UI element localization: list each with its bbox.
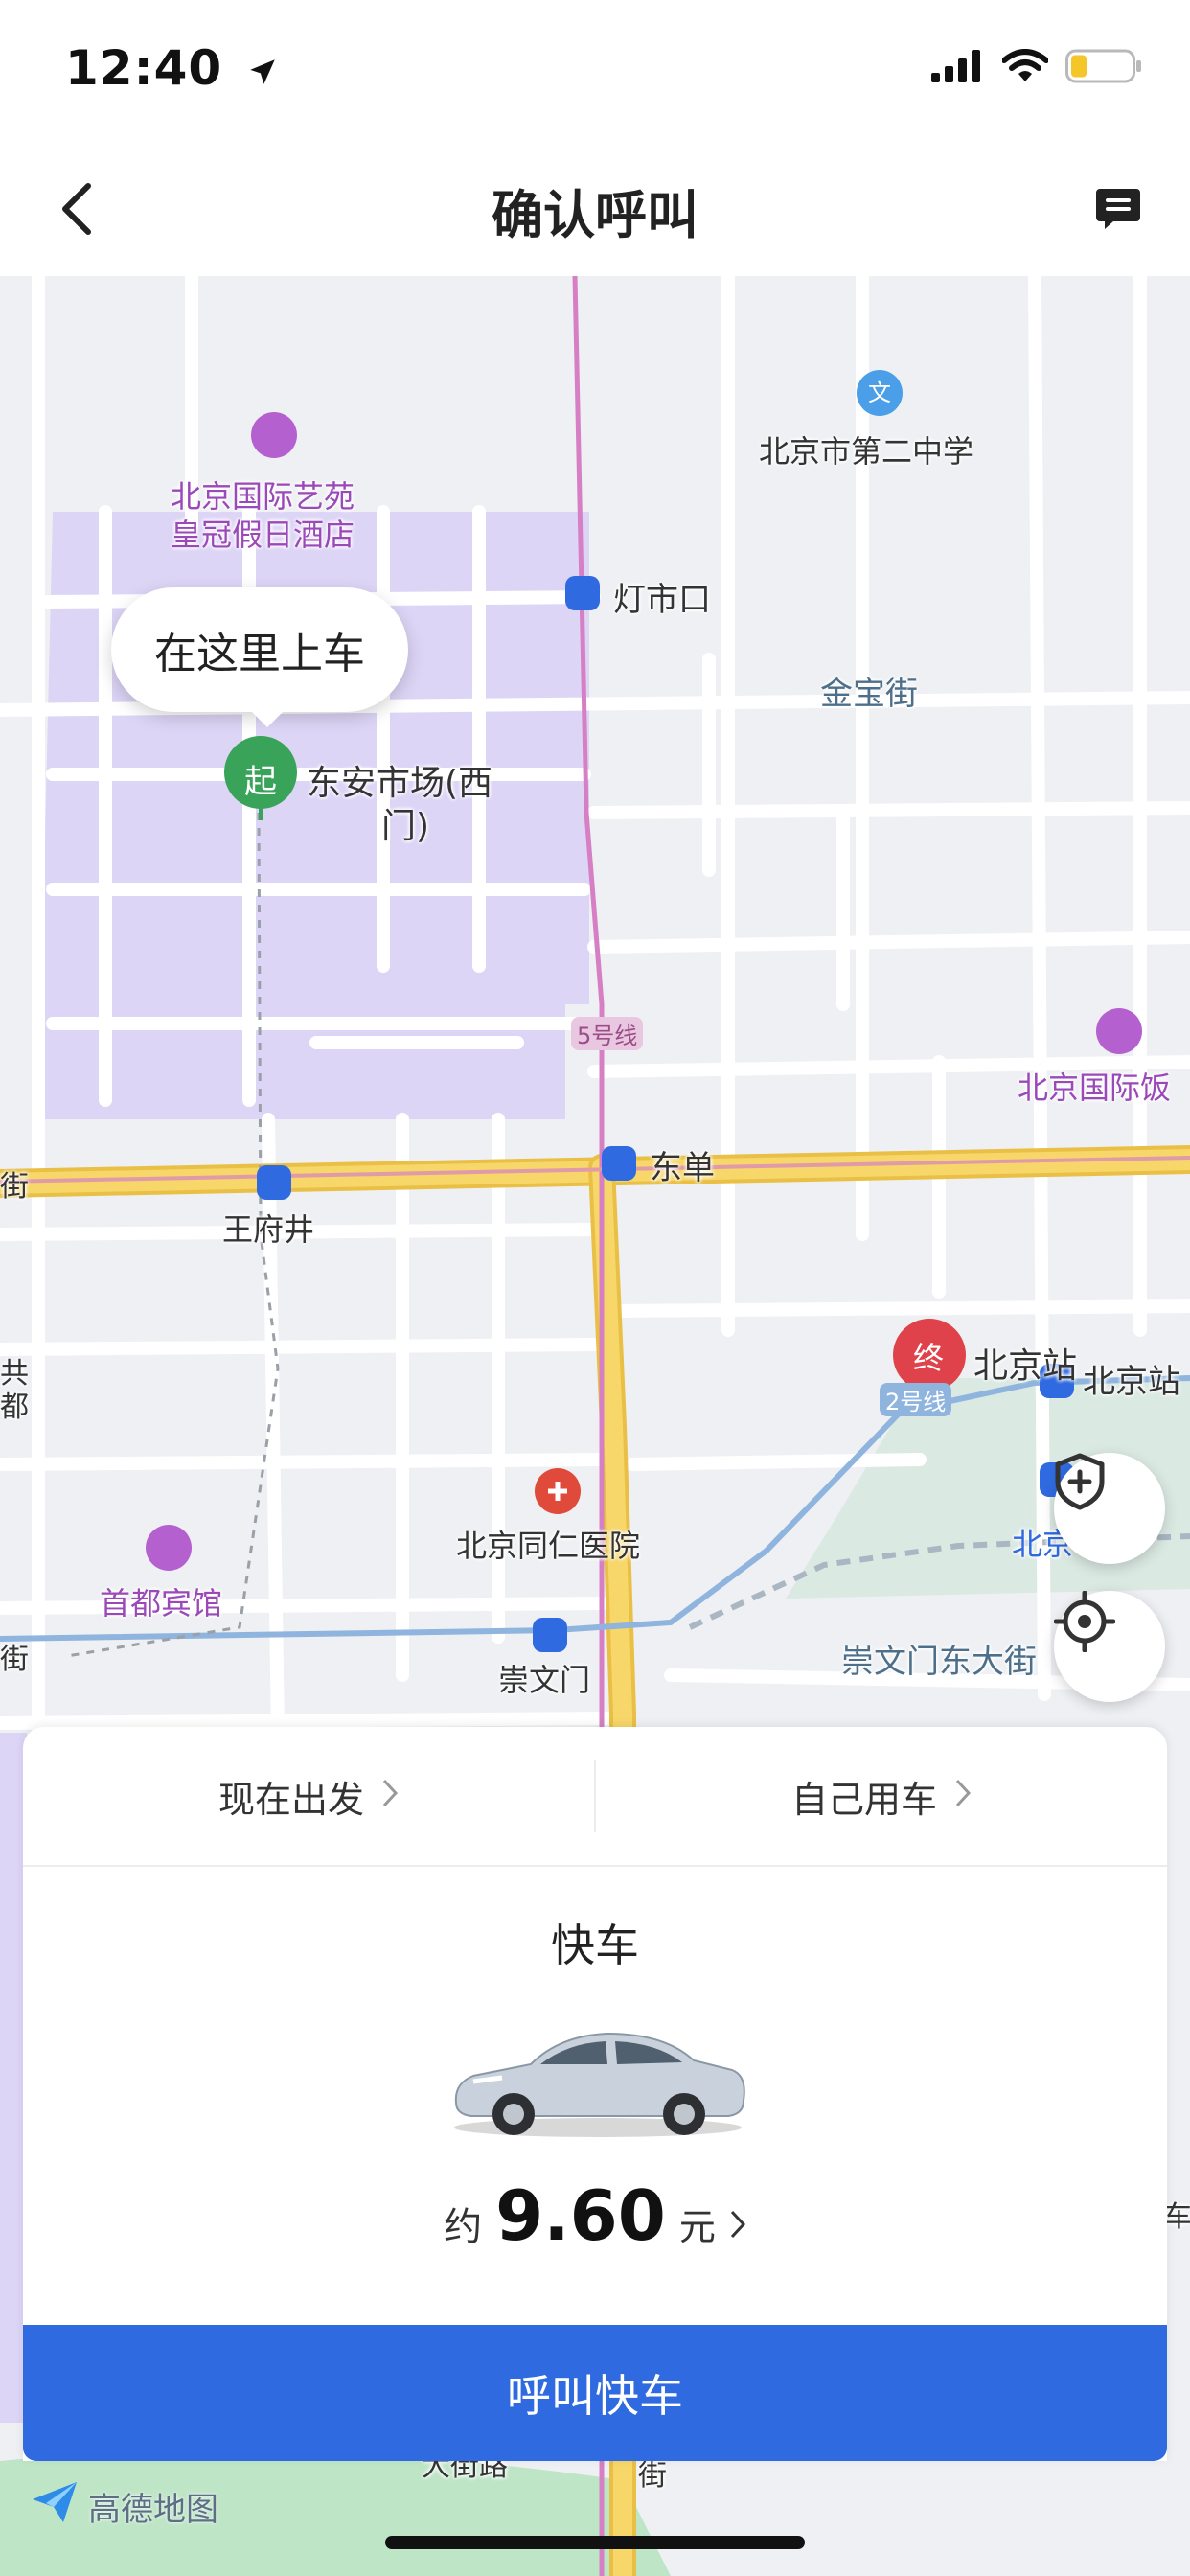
line5-badge: 5号线 [571,1017,644,1050]
safety-button[interactable] [1054,1453,1165,1564]
paper-plane-icon [29,2478,80,2535]
status-time: 12:40 [65,40,279,100]
start-place-line2: 门) [381,807,430,846]
chongwenmen-street-label: 崇文门东大街 [841,1643,1037,1681]
options-row: 现在出发 自己用车 [23,1727,1167,1867]
battery-icon [1065,48,1142,88]
wangfujing-label: 王府井 [222,1211,315,1248]
jie-left2-label: 街 [0,1643,29,1676]
message-icon [1094,185,1142,237]
hospital-label: 北京同仁医院 [456,1528,641,1564]
chevron-right-icon [729,2209,746,2243]
amap-logo-text: 高德地图 [88,2491,218,2529]
shoudu-hotel-label: 首都宾馆 [100,1585,223,1622]
du-left-label: 都 [0,1391,29,1424]
svg-text:文: 文 [868,380,891,406]
car-image [445,2014,751,2149]
location-arrow-icon [246,44,279,100]
beijingzhan-label: 北京站 [973,1346,1078,1386]
call-car-button[interactable]: 呼叫快车 [23,2325,1167,2461]
hotel-right-label: 北京国际饭 [1018,1070,1172,1106]
nav-bar: 确认呼叫 [0,144,1190,276]
page-title: 确认呼叫 [492,185,698,245]
pickup-bubble[interactable]: 在这里上车 [111,587,408,727]
home-indicator[interactable] [385,2536,805,2549]
wifi-icon [1001,49,1049,87]
price-unit: 元 [678,2206,716,2248]
hotel-label-line2: 皇冠假日酒店 [171,517,355,553]
chongwenmen-label: 崇文门 [498,1662,591,1698]
dongdan-label: 东单 [650,1149,715,1187]
jinbaojie-label: 金宝街 [820,675,918,713]
price-value: 9.60 [495,2175,666,2256]
jie-left-label: 街 [0,1170,29,1204]
message-button[interactable] [1085,177,1152,244]
cellular-signal-icon [931,50,985,86]
locate-button[interactable] [1054,1591,1165,1702]
chevron-right-icon [381,1775,399,1817]
line2-badge: 2号线 [880,1383,952,1416]
amap-logo: 高德地图 [29,2478,218,2535]
service-name: 快车 [551,1920,639,1971]
chevron-right-icon [954,1775,972,1817]
price-row[interactable]: 约 9.60 元 [23,2175,1167,2256]
end-marker-label: 终 [913,1340,945,1376]
right-edge-label: 车福 [1163,2200,1190,2234]
start-marker-label: 起 [244,763,277,801]
school-label: 北京市第二中学 [759,433,974,470]
dengshikou-label: 灯市口 [613,581,711,619]
price-prefix: 约 [444,2205,483,2249]
status-bar: 12:40 [0,0,1190,144]
beijingzhan-metro-label: 北京站 [1083,1363,1180,1401]
passenger-option[interactable]: 自己用车 [596,1727,1167,1865]
departure-time-option[interactable]: 现在出发 [23,1727,594,1865]
